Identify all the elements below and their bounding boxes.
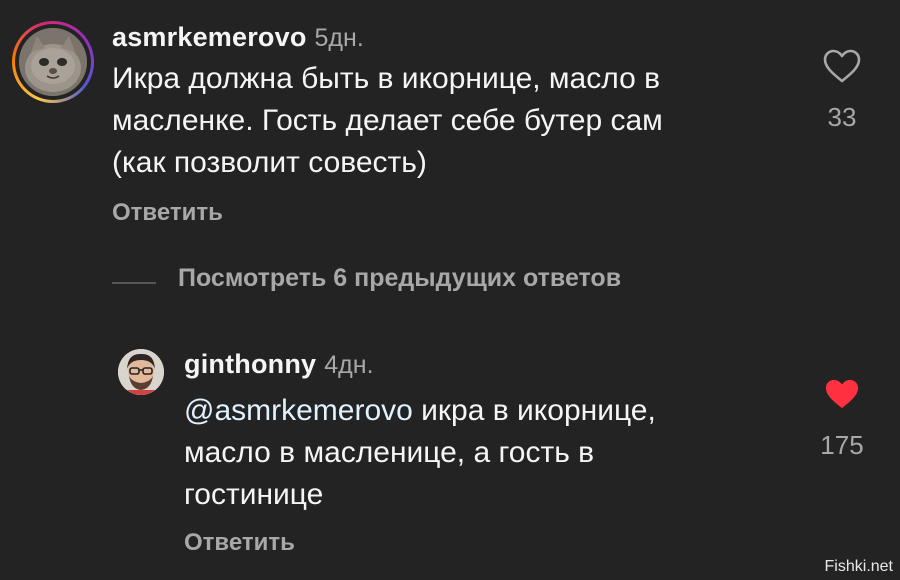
reply-text-line: гостинице xyxy=(184,478,324,511)
heart-filled-icon xyxy=(825,379,859,409)
watermark: Fishki.net xyxy=(824,558,893,575)
avatar-story-ring[interactable] xyxy=(12,21,94,103)
comment-username[interactable]: asmrkemerovo xyxy=(112,22,307,52)
reply-text-line: масло в масленице, а гость в xyxy=(184,436,595,469)
comment-text-line: масленке. Гость делает себе бутер сам xyxy=(112,104,663,137)
man-with-glasses-avatar-icon[interactable] xyxy=(118,349,164,395)
like-button[interactable] xyxy=(822,48,862,84)
reply-header: ginthonny 4дн. xyxy=(184,349,374,380)
comment-text: Икра должна быть в икорнице, масло в мас… xyxy=(112,58,792,184)
comment-text-line: Икра должна быть в икорнице, масло в xyxy=(112,62,661,95)
view-previous-replies-button[interactable]: Посмотреть 6 предыдущих ответов xyxy=(178,264,621,293)
replies-divider xyxy=(112,282,156,284)
reply-reply-button[interactable]: Ответить xyxy=(184,529,295,557)
like-count: 33 xyxy=(827,102,857,132)
reply-time: 4дн. xyxy=(324,351,374,379)
heart-outline-icon xyxy=(823,49,861,83)
man-face-icon xyxy=(118,349,164,395)
reply-text-line: @asmrkemerovo икра в икорнице, xyxy=(184,390,804,432)
comment-text-line: (как позволит совесть) xyxy=(112,146,427,179)
reply-text: @asmrkemerovo икра в икорнице, масло в м… xyxy=(184,390,804,516)
reply-username[interactable]: ginthonny xyxy=(184,349,316,379)
reply-text-first: икра в икорнице, xyxy=(412,394,656,427)
comment-reply-button[interactable]: Ответить xyxy=(112,199,223,227)
avatar-ring-gap xyxy=(15,24,91,100)
reply-like-count: 175 xyxy=(820,430,864,460)
comment-time: 5дн. xyxy=(314,24,364,52)
cat-face-icon xyxy=(19,28,87,96)
mention-link[interactable]: @asmrkemerovo xyxy=(184,394,413,427)
comment-header: asmrkemerovo 5дн. xyxy=(112,22,364,53)
reply-like-button[interactable] xyxy=(823,377,861,411)
cat-avatar-icon xyxy=(19,28,87,96)
